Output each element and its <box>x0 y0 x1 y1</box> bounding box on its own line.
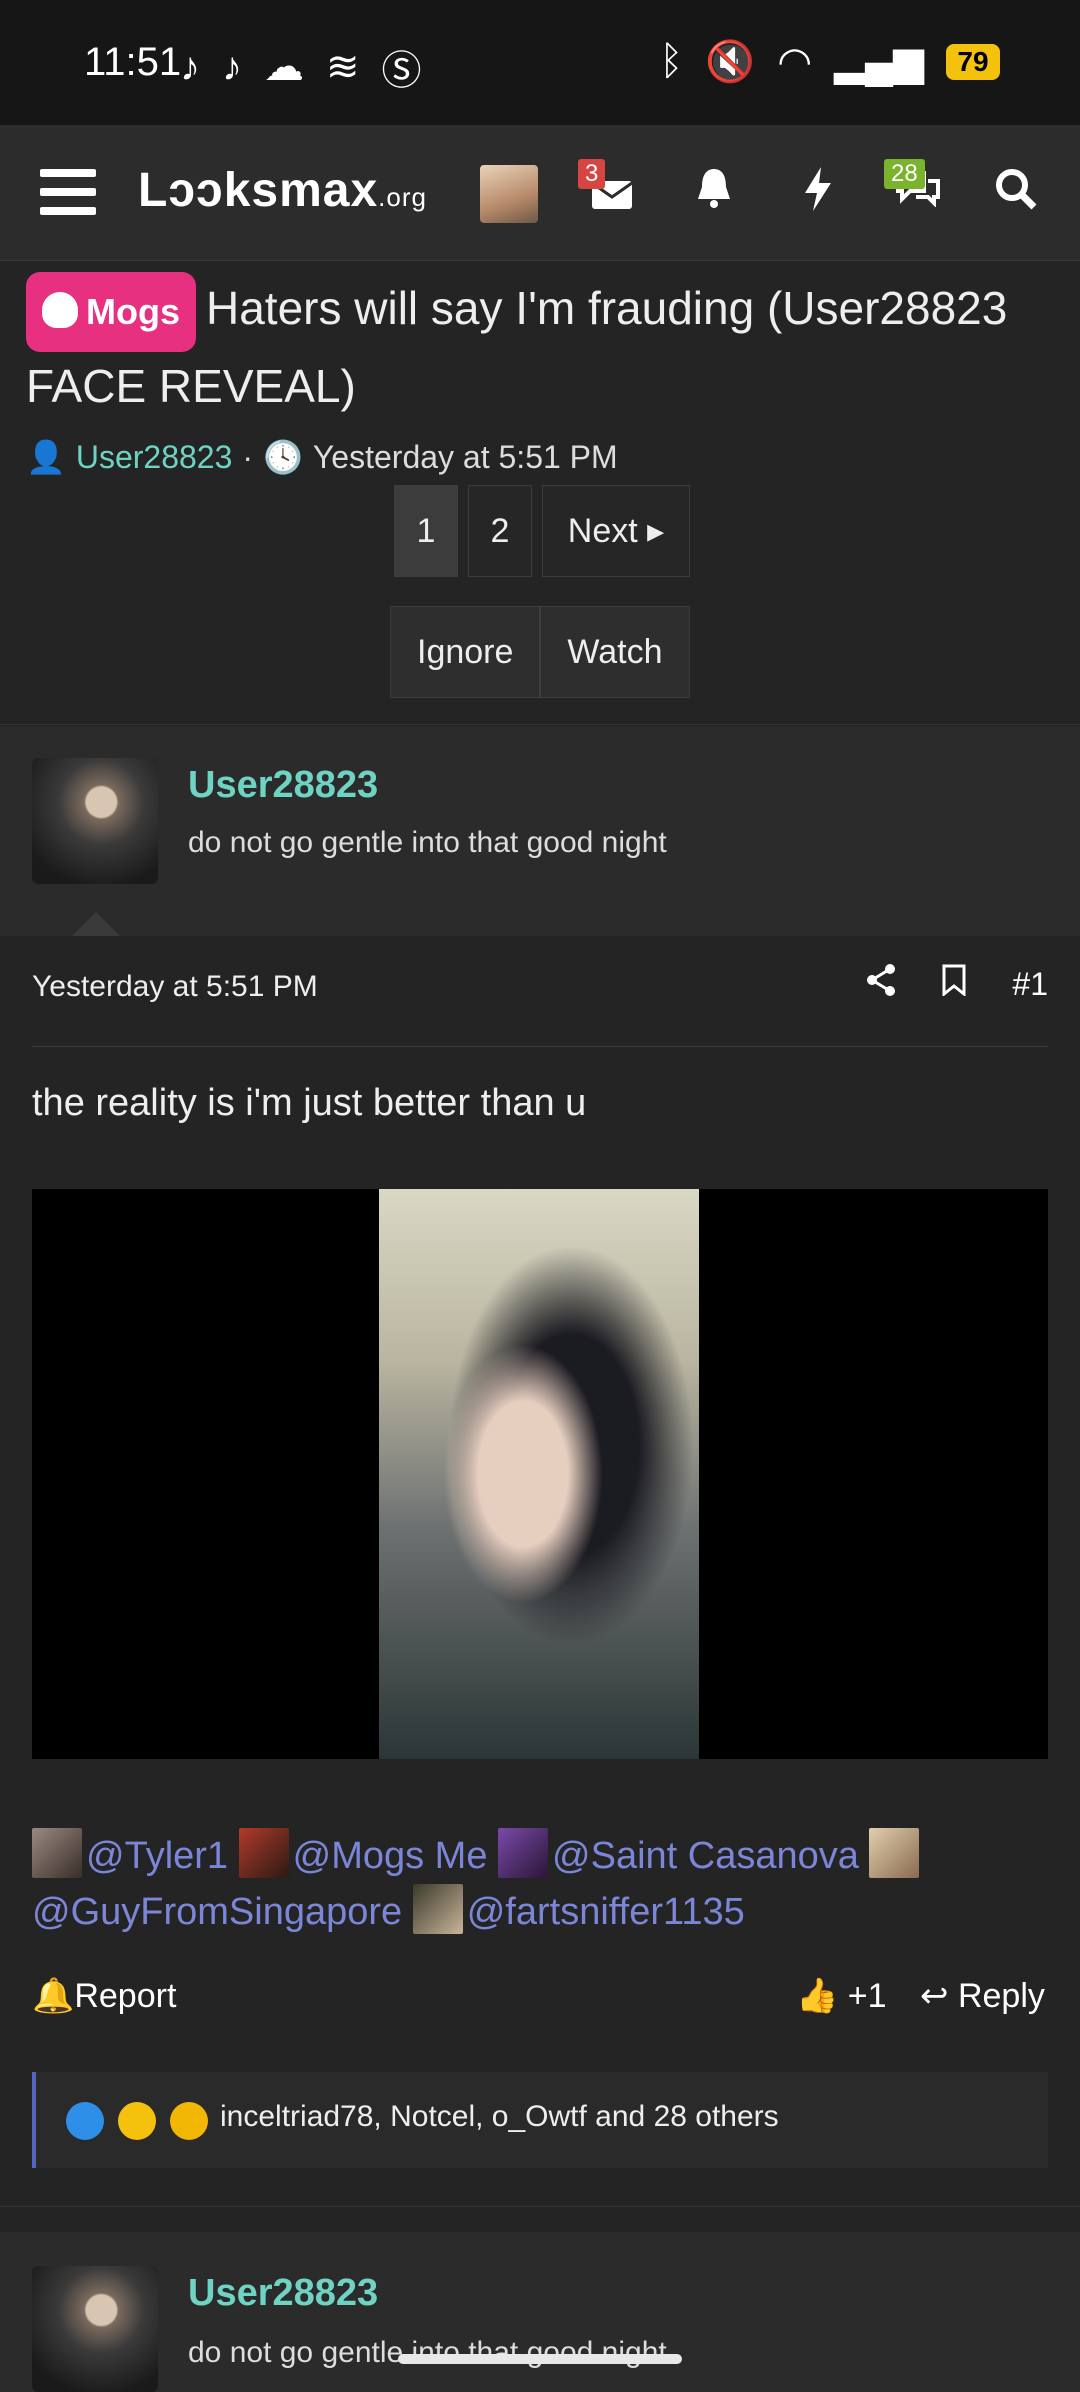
site-logo[interactable]: Lɔɔksmax.org <box>138 163 427 218</box>
plus-one-button[interactable]: 👍 +1 <box>796 1976 887 2016</box>
user-icon: 👤 <box>26 439 66 475</box>
app-s-icon: Ⓢ <box>381 49 422 93</box>
wow-reaction-icon <box>118 2102 156 2140</box>
wifi-icon: ◠ <box>777 39 813 84</box>
bell-icon[interactable] <box>688 167 740 219</box>
page-2-button[interactable]: 2 <box>468 485 532 577</box>
post-username[interactable]: User28823 <box>188 764 378 807</box>
mention-link[interactable]: @Mogs Me <box>293 1835 488 1877</box>
ignore-button[interactable]: Ignore <box>390 606 541 698</box>
mention-avatar <box>32 1828 82 1878</box>
status-time: 11:51 <box>84 40 182 84</box>
post-user-block-2: User28823 do not go gentle into that goo… <box>0 2232 1080 2392</box>
mention-avatar <box>498 1828 549 1878</box>
thread-header: Mogs Haters will say I'm frauding (User28… <box>26 272 1056 476</box>
mention-avatar <box>238 1828 289 1878</box>
post-user-block: User28823 do not go gentle into that goo… <box>0 726 1080 936</box>
search-icon[interactable] <box>990 167 1042 219</box>
mention-link[interactable]: @fartsniffer1135 <box>467 1891 745 1933</box>
thumbs-up-icon: 👍 <box>796 1977 839 2015</box>
reply-icon: ↩ <box>920 1977 949 2015</box>
report-button[interactable]: 🔔Report <box>32 1976 176 2016</box>
thread-actions: Ignore Watch <box>390 606 690 698</box>
status-left-icons: ♪ ♪ ☁ ≋ Ⓢ <box>180 38 422 96</box>
lightning-icon[interactable] <box>792 167 844 219</box>
bell-icon: 🔔 <box>32 1977 75 2015</box>
post-user-title: do not go gentle into that good night <box>188 826 667 859</box>
thread-meta: 👤 User28823 · 🕓 Yesterday at 5:51 PM <box>26 438 618 476</box>
avatar[interactable] <box>32 758 158 884</box>
mention-avatar <box>869 1828 920 1878</box>
cloud-off-icon: ☁ <box>264 45 304 89</box>
pagination: 1 2 Next ▸ <box>394 485 690 577</box>
tiktok-icon: ♪ <box>222 44 242 89</box>
mention-link[interactable]: @GuyFromSingapore <box>32 1891 402 1933</box>
signal-icon: ▂▄▆ <box>834 39 924 84</box>
post-text: the reality is i'm just better than u <box>32 1082 587 1124</box>
thread-prefix[interactable]: Mogs <box>26 272 196 352</box>
caret-right-icon: ▸ <box>647 512 665 550</box>
post-body: Yesterday at 5:51 PM #1 the reality is i… <box>0 936 1080 2206</box>
mentions-list: @Tyler1 @Mogs Me @Saint Casanova @GuyFro… <box>32 1828 1052 1940</box>
home-indicator[interactable] <box>398 2354 682 2364</box>
menu-icon[interactable] <box>40 169 96 215</box>
reactions-text[interactable]: inceltriad78, Notcel, o_Owtf and 28 othe… <box>220 2100 779 2134</box>
chat-badge: 28 <box>884 159 925 189</box>
post-user-title: do not go gentle into that good night <box>188 2336 667 2369</box>
mention-link[interactable]: @Tyler1 <box>86 1835 228 1877</box>
post-tools: #1 <box>866 964 1048 1004</box>
share-icon[interactable] <box>866 964 896 1004</box>
like-reaction-icon <box>66 2102 104 2140</box>
status-bar: 11:51 ♪ ♪ ☁ ≋ Ⓢ ᛒ 🔇 ◠ ▂▄▆ 79 <box>0 0 1080 125</box>
post-username[interactable]: User28823 <box>188 2272 378 2315</box>
bookmark-icon[interactable] <box>942 964 966 1004</box>
mention-link[interactable]: @Saint Casanova <box>552 1835 859 1877</box>
next-page-button[interactable]: Next ▸ <box>542 485 690 577</box>
mute-icon: 🔇 <box>705 40 756 84</box>
post-date[interactable]: Yesterday at 5:51 PM <box>32 970 318 1004</box>
reply-button[interactable]: ↩ Reply <box>920 1976 1045 2016</box>
thread-date[interactable]: Yesterday at 5:51 PM <box>313 439 618 476</box>
thread-title: Mogs Haters will say I'm frauding (User28… <box>26 272 1056 420</box>
wifi-call-icon: ≋ <box>326 45 360 89</box>
face-photo <box>379 1189 699 1759</box>
mention-avatar <box>412 1884 463 1934</box>
battery-icon: 79 <box>946 43 1000 80</box>
avatar[interactable] <box>32 2266 158 2392</box>
post-image[interactable] <box>32 1189 1048 1759</box>
laugh-cry-reaction-icon <box>170 2102 208 2140</box>
tiktok-icon: ♪ <box>180 44 200 89</box>
inbox-badge: 3 <box>578 159 606 189</box>
top-navbar: Lɔɔksmax.org 3 28 <box>0 125 1080 261</box>
watch-button[interactable]: Watch <box>540 606 690 698</box>
thread-author[interactable]: User28823 <box>76 439 233 476</box>
reactions-bar[interactable]: inceltriad78, Notcel, o_Owtf and 28 othe… <box>32 2072 1048 2168</box>
post-number[interactable]: #1 <box>1012 966 1048 1003</box>
bluetooth-icon: ᛒ <box>659 39 684 83</box>
clock-icon: 🕓 <box>263 439 303 475</box>
status-right-icons: ᛒ 🔇 ◠ ▂▄▆ 79 <box>659 38 1000 85</box>
page-1-button[interactable]: 1 <box>394 485 458 577</box>
skull-icon <box>42 292 78 328</box>
account-avatar[interactable] <box>480 165 538 223</box>
